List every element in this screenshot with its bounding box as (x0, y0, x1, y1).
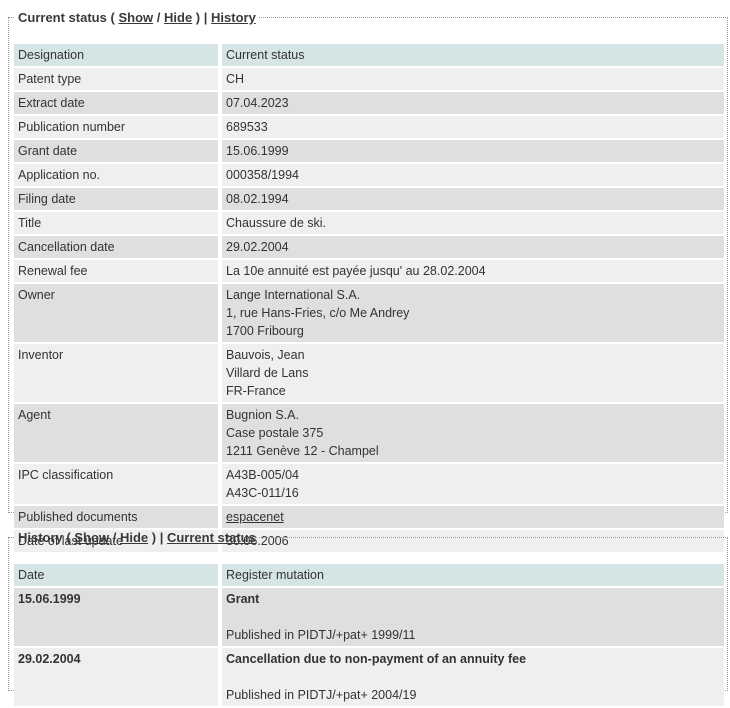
row-label: IPC classification (14, 464, 222, 504)
row-label: Owner (14, 284, 222, 342)
row-label: Published documents (14, 506, 222, 528)
history-mutation: Grant (226, 592, 260, 606)
current-status-legend: Current status ( Show / Hide ) | History (15, 10, 259, 25)
legend-paren-close: ) (195, 10, 201, 25)
title-value: Chaussure de ski. (222, 212, 724, 234)
row-label: Patent type (14, 68, 222, 90)
row-label: Extract date (14, 92, 222, 114)
table-row: IPC classification A43B-005/04 A43C-011/… (14, 464, 724, 504)
show-history-link[interactable]: Show (74, 530, 109, 545)
history-link[interactable]: History (211, 10, 256, 25)
row-label: Filing date (14, 188, 222, 210)
table-row: Owner Lange International S.A. 1, rue Ha… (14, 284, 724, 342)
table-row: Grant date 15.06.1999 (14, 140, 724, 162)
history-row: 15.06.1999 Grant Published in PIDTJ/+pat… (14, 588, 724, 646)
row-label: Inventor (14, 344, 222, 402)
table-row: Application no. 000358/1994 (14, 164, 724, 186)
agent-line: Bugnion S.A. (226, 408, 299, 422)
application-no-value: 000358/1994 (222, 164, 724, 186)
legend-separator: | (159, 530, 164, 545)
table-header-row: Date Register mutation (14, 564, 724, 586)
extract-date-value: 07.04.2023 (222, 92, 724, 114)
history-mutation-cell: Cancellation due to non-payment of an an… (222, 648, 724, 706)
renewal-fee-value: La 10e annuité est payée jusqu' au 28.02… (222, 260, 724, 282)
hide-history-link[interactable]: Hide (120, 530, 148, 545)
legend-slash: / (156, 10, 161, 25)
hide-current-link[interactable]: Hide (164, 10, 192, 25)
filing-date-value: 08.02.1994 (222, 188, 724, 210)
legend-paren-close: ) (151, 530, 157, 545)
table-row: Patent type CH (14, 68, 724, 90)
legend-separator: | (203, 10, 208, 25)
history-legend: History ( Show / Hide ) | Current status (15, 530, 259, 545)
patent-type-value: CH (222, 68, 724, 90)
row-label: Cancellation date (14, 236, 222, 258)
inventor-line: FR-France (226, 384, 286, 398)
owner-value: Lange International S.A. 1, rue Hans-Fri… (222, 284, 724, 342)
history-heading: History (18, 530, 63, 545)
history-table: Date Register mutation 15.06.1999 Grant … (14, 562, 724, 708)
agent-value: Bugnion S.A. Case postale 375 1211 Genèv… (222, 404, 724, 462)
table-row: Publication number 689533 (14, 116, 724, 138)
legend-slash: / (112, 530, 117, 545)
table-row: Published documents espacenet (14, 506, 724, 528)
espacenet-link[interactable]: espacenet (226, 510, 284, 524)
history-published: Published in PIDTJ/+pat+ 2004/19 (226, 688, 417, 702)
row-label: Grant date (14, 140, 222, 162)
owner-line: 1700 Fribourg (226, 324, 304, 338)
inventor-line: Bauvois, Jean (226, 348, 305, 362)
current-status-header: Current status (222, 44, 724, 66)
history-spacer (226, 668, 720, 686)
ipc-line: A43B-005/04 (226, 468, 299, 482)
show-current-link[interactable]: Show (118, 10, 153, 25)
current-status-table: Designation Current status Patent type C… (14, 42, 724, 554)
history-date: 29.02.2004 (14, 648, 222, 706)
publication-number-value: 689533 (222, 116, 724, 138)
table-row: Cancellation date 29.02.2004 (14, 236, 724, 258)
designation-header: Designation (14, 44, 222, 66)
row-label: Renewal fee (14, 260, 222, 282)
ipc-line: A43C-011/16 (226, 486, 299, 500)
table-row: Inventor Bauvois, Jean Villard de Lans F… (14, 344, 724, 402)
history-date: 15.06.1999 (14, 588, 222, 646)
agent-line: 1211 Genève 12 - Champel (226, 444, 379, 458)
inventor-value: Bauvois, Jean Villard de Lans FR-France (222, 344, 724, 402)
history-published: Published in PIDTJ/+pat+ 1999/11 (226, 628, 416, 642)
legend-paren-open: ( (110, 10, 115, 25)
history-mutation-cell: Grant Published in PIDTJ/+pat+ 1999/11 (222, 588, 724, 646)
table-row: Renewal fee La 10e annuité est payée jus… (14, 260, 724, 282)
current-status-heading: Current status (18, 10, 107, 25)
history-spacer (226, 608, 720, 626)
register-mutation-header: Register mutation (222, 564, 724, 586)
grant-date-value: 15.06.1999 (222, 140, 724, 162)
table-row: Extract date 07.04.2023 (14, 92, 724, 114)
table-row: Title Chaussure de ski. (14, 212, 724, 234)
agent-line: Case postale 375 (226, 426, 324, 440)
history-panel: History ( Show / Hide ) | Current status… (8, 530, 728, 706)
inventor-line: Villard de Lans (226, 366, 309, 380)
row-label: Application no. (14, 164, 222, 186)
owner-line: Lange International S.A. (226, 288, 361, 302)
history-mutation: Cancellation due to non-payment of an an… (226, 652, 527, 666)
row-label: Publication number (14, 116, 222, 138)
ipc-value: A43B-005/04 A43C-011/16 (222, 464, 724, 504)
owner-line: 1, rue Hans-Fries, c/o Me Andrey (226, 306, 410, 320)
date-header: Date (14, 564, 222, 586)
published-documents-value: espacenet (222, 506, 724, 528)
table-row: Filing date 08.02.1994 (14, 188, 724, 210)
table-header-row: Designation Current status (14, 44, 724, 66)
current-status-link[interactable]: Current status (167, 530, 256, 545)
row-label: Title (14, 212, 222, 234)
row-label: Agent (14, 404, 222, 462)
history-row: 29.02.2004 Cancellation due to non-payme… (14, 648, 724, 706)
cancellation-date-value: 29.02.2004 (222, 236, 724, 258)
table-row: Agent Bugnion S.A. Case postale 375 1211… (14, 404, 724, 462)
legend-paren-open: ( (66, 530, 71, 545)
current-status-panel: Current status ( Show / Hide ) | History… (8, 10, 728, 552)
